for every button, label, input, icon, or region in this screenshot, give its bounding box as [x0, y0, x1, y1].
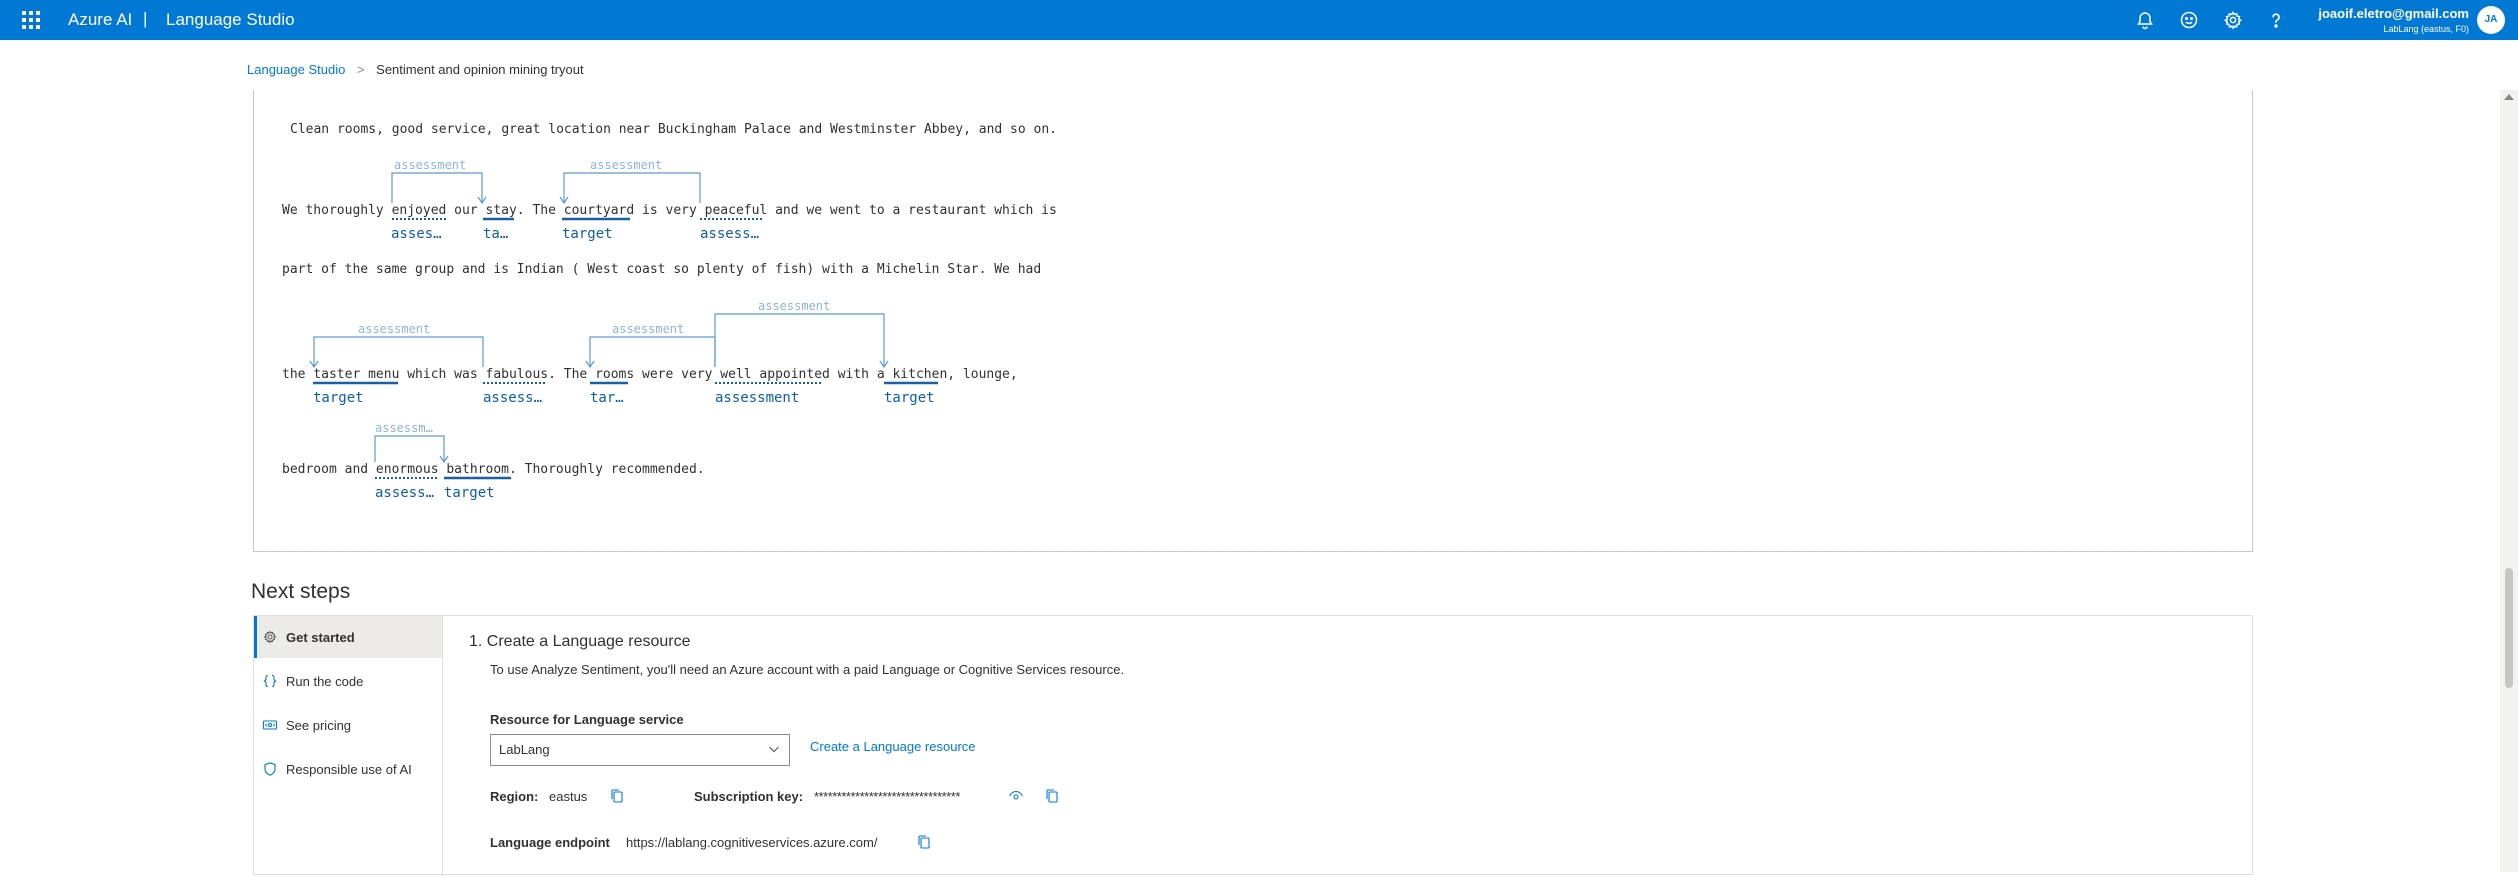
bell-icon[interactable] — [2133, 8, 2157, 32]
user-directory: LabLang (eastus, F0) — [2383, 24, 2469, 34]
entity-label: tar… — [590, 390, 624, 406]
entity-label: ta… — [483, 226, 508, 242]
page-scrollbar[interactable] — [2500, 90, 2518, 872]
nav-run-the-code[interactable]: Run the code — [254, 660, 442, 702]
gear-icon[interactable] — [2221, 8, 2245, 32]
subscription-key-label: Subscription key: — [694, 789, 804, 804]
arc-label: assessment — [758, 299, 830, 313]
breadcrumb-separator: > — [356, 62, 365, 77]
entity-label: assess… — [483, 390, 542, 406]
smiley-icon[interactable] — [2177, 8, 2201, 32]
step-description: To use Analyze Sentiment, you'll need an… — [490, 662, 1125, 677]
arc-label: assessment — [612, 322, 684, 336]
arc-enormous-bathroom — [374, 435, 445, 462]
sentiment-result-panel: Clean rooms, good service, great locatio… — [253, 90, 2253, 552]
shield-icon — [262, 761, 278, 777]
endpoint-label: Language endpoint — [490, 835, 610, 850]
nav-see-pricing[interactable]: See pricing — [254, 704, 442, 746]
arc-label: assessment — [358, 322, 430, 336]
next-steps-box: Get started Run the code See pricing Res… — [253, 615, 2253, 876]
region-value: eastus — [549, 789, 588, 804]
arc-courtyard-peaceful — [563, 172, 701, 203]
user-email[interactable]: joaoif.eletro@gmail.com — [2318, 6, 2469, 21]
top-bar: Azure AI | Language Studio joaoif.eletro… — [0, 0, 2518, 40]
step-title: 1. Create a Language resource — [469, 633, 691, 650]
brand-separator: | — [143, 9, 148, 28]
entity-label: asses… — [391, 226, 442, 242]
nav-get-started[interactable]: Get started — [254, 616, 442, 658]
product-name[interactable]: Language Studio — [166, 10, 295, 30]
copy-region-icon[interactable] — [609, 788, 625, 804]
avatar[interactable]: JA — [2477, 6, 2505, 34]
gear-icon — [262, 629, 278, 645]
nav-label: Run the code — [286, 673, 364, 689]
entity-label: assess… — [700, 226, 759, 242]
arc-label: assessment — [590, 158, 662, 172]
copy-key-icon[interactable] — [1044, 788, 1060, 804]
chevron-down-icon — [767, 742, 781, 756]
resource-label: Resource for Language service — [490, 712, 684, 727]
help-icon[interactable] — [2264, 8, 2288, 32]
eye-icon[interactable] — [1008, 788, 1024, 804]
nav-label: Get started — [286, 629, 355, 645]
pricing-icon — [262, 717, 278, 733]
arc-taster-fabulous — [313, 336, 484, 367]
scrollbar-thumb[interactable] — [2505, 568, 2513, 688]
entity-label: target — [313, 390, 364, 406]
resource-select[interactable]: LabLang — [490, 734, 790, 766]
entity-label: assess… — [375, 485, 434, 501]
endpoint-value: https://lablang.cognitiveservices.azure.… — [626, 835, 878, 850]
braces-icon — [262, 673, 278, 689]
scroll-up-icon[interactable] — [2504, 94, 2514, 100]
breadcrumb-root-link[interactable]: Language Studio — [247, 62, 345, 77]
subscription-key-value: ******************************** — [814, 789, 960, 804]
copy-endpoint-icon[interactable] — [916, 834, 932, 850]
arc-label: assessm… — [375, 421, 433, 435]
region-label: Region: — [490, 789, 539, 804]
entity-label: assessment — [715, 390, 799, 406]
next-steps-nav: Get started Run the code See pricing Res… — [254, 616, 443, 876]
arc-label: assessment — [394, 158, 466, 172]
nav-label: Responsible use of AI — [286, 761, 412, 777]
entity-label: target — [884, 390, 935, 406]
resource-select-value: LabLang — [499, 742, 550, 757]
entity-label: target — [562, 226, 613, 242]
create-resource-link[interactable]: Create a Language resource — [810, 739, 976, 754]
entity-label: target — [444, 485, 495, 501]
nav-label: See pricing — [286, 717, 352, 733]
arc-rooms-appointed — [589, 336, 716, 367]
nav-responsible-ai[interactable]: Responsible use of AI — [254, 748, 442, 790]
next-steps-title: Next steps — [251, 580, 351, 603]
arc-appointed-kitchen — [714, 313, 885, 367]
opinion-annotations: assessment assessment assessment assessm… — [309, 158, 938, 501]
breadcrumb: Language Studio > Sentiment and opinion … — [247, 62, 584, 77]
app-launcher-icon[interactable] — [22, 11, 40, 29]
brand-name[interactable]: Azure AI — [68, 10, 132, 30]
breadcrumb-current: Sentiment and opinion mining tryout — [376, 62, 584, 77]
arc-enjoyed-stay — [391, 172, 483, 203]
